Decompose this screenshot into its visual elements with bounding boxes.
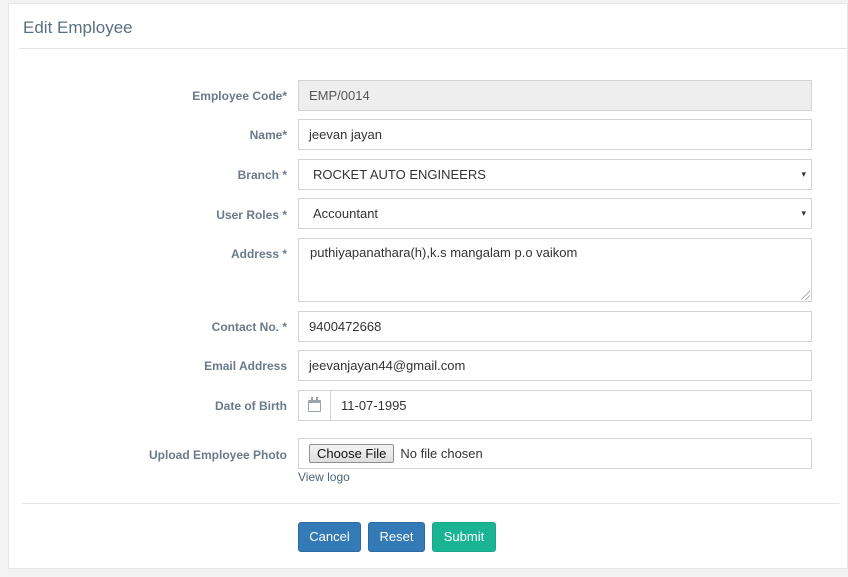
branch-selected-value: ROCKET AUTO ENGINEERS — [313, 167, 486, 182]
panel-title: Edit Employee — [23, 18, 133, 37]
user-roles-select[interactable]: Accountant ▾ — [298, 198, 812, 229]
dob-label: Date of Birth — [215, 399, 287, 413]
contact-label: Contact No. * — [211, 320, 287, 334]
title-divider — [19, 48, 847, 49]
employee-code-field: EMP/0014 — [298, 80, 812, 111]
view-logo-link[interactable]: View logo — [298, 470, 350, 484]
photo-file-input[interactable]: Choose File No file chosen — [298, 438, 812, 469]
branch-label: Branch * — [237, 168, 287, 182]
reset-button[interactable]: Reset — [368, 522, 425, 552]
name-label: Name* — [249, 128, 287, 142]
chevron-down-icon: ▾ — [801, 169, 806, 179]
choose-file-button[interactable]: Choose File — [309, 444, 395, 464]
address-textarea[interactable]: puthiyapanathara(h),k.s mangalam p.o vai… — [298, 238, 812, 302]
chevron-down-icon: ▾ — [801, 208, 806, 218]
address-label: Address * — [230, 247, 287, 261]
submit-button[interactable]: Submit — [432, 522, 496, 552]
cancel-button[interactable]: Cancel — [298, 522, 361, 552]
dob-value: 11-07-1995 — [341, 398, 407, 413]
user-roles-selected-value: Accountant — [313, 206, 379, 221]
employee-code-label: Employee Code* — [192, 89, 287, 103]
calendar-addon[interactable] — [299, 391, 331, 420]
resize-handle-icon[interactable] — [801, 291, 810, 300]
address-value: puthiyapanathara(h),k.s mangalam p.o vai… — [310, 245, 578, 260]
photo-label: Upload Employee Photo — [148, 448, 287, 462]
form-divider — [22, 503, 839, 504]
email-label: Email Address — [204, 359, 287, 373]
user-roles-label: User Roles * — [216, 208, 287, 222]
email-input[interactable]: jeevanjayan44@gmail.com — [298, 350, 812, 381]
contact-input[interactable]: 9400472668 — [298, 311, 812, 342]
file-status: No file chosen — [400, 446, 483, 461]
calendar-icon — [308, 397, 321, 412]
name-input[interactable]: jeevan jayan — [298, 119, 812, 150]
branch-select[interactable]: ROCKET AUTO ENGINEERS ▾ — [298, 159, 812, 190]
dob-input[interactable]: 11-07-1995 — [298, 390, 812, 421]
edit-employee-panel: Edit Employee Employee Code* EMP/0014 Na… — [8, 3, 848, 569]
